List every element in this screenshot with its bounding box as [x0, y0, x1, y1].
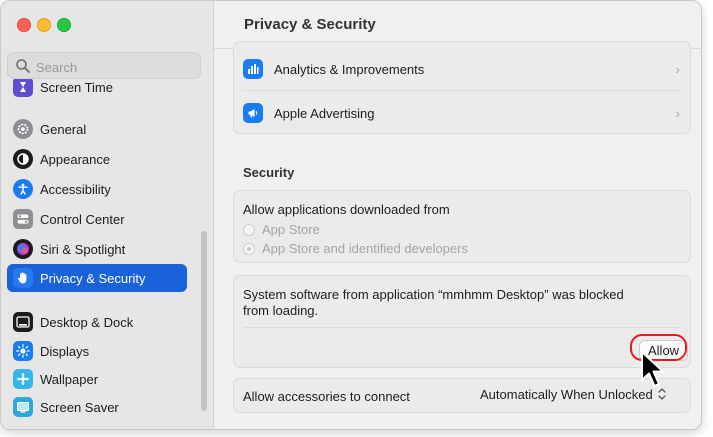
- main-content: Privacy & Security Analytics & Improveme…: [214, 1, 701, 429]
- sidebar-item-label: Desktop & Dock: [40, 314, 134, 330]
- blocked-message-line: System software from application “mmhmm …: [243, 287, 624, 302]
- sidebar-nav: Screen Time General Appearance Accessibi…: [7, 79, 201, 429]
- accessories-card: Allow accessories to connect Automatical…: [233, 378, 691, 413]
- sidebar-item-label: Appearance: [40, 151, 111, 167]
- sun-icon: [13, 341, 33, 361]
- page-title: Privacy & Security: [244, 16, 376, 33]
- settings-window: Screen Time General Appearance Accessibi…: [0, 0, 702, 430]
- sidebar-item-wallpaper[interactable]: Wallpaper: [7, 365, 187, 393]
- sidebar-item-label: General: [40, 121, 87, 137]
- radio-app-store[interactable]: App Store: [243, 222, 320, 237]
- allow-apps-label: Allow applications downloaded from: [243, 202, 450, 217]
- maximize-button[interactable]: [57, 18, 71, 32]
- security-heading: Security: [243, 165, 295, 180]
- hand-icon: [13, 268, 33, 288]
- control-center-icon: [13, 209, 33, 229]
- close-button[interactable]: [17, 18, 31, 32]
- divider: [243, 90, 681, 91]
- screen-saver-icon: [13, 397, 33, 417]
- radio-button[interactable]: [243, 242, 255, 255]
- radio-identified-developers[interactable]: App Store and identified developers: [243, 241, 468, 256]
- sidebar-item-label: Siri & Spotlight: [40, 241, 126, 257]
- sidebar-item-appearance[interactable]: Appearance: [7, 145, 187, 173]
- sidebar-item-desktop-dock[interactable]: Desktop & Dock: [7, 308, 187, 336]
- chevron-right-icon: ›: [675, 61, 680, 77]
- row-analytics-improvements[interactable]: Analytics & Improvements ›: [234, 56, 690, 82]
- sidebar-item-label: Screen Saver: [40, 399, 119, 415]
- popup-value: Automatically When Unlocked: [480, 386, 653, 402]
- divider: [243, 327, 681, 328]
- search-input[interactable]: [34, 56, 198, 78]
- blocked-message-line: from loading.: [243, 303, 319, 318]
- sidebar-scrollbar[interactable]: [201, 231, 207, 411]
- appearance-icon: [13, 149, 33, 169]
- sidebar-item-siri-spotlight[interactable]: Siri & Spotlight: [7, 235, 187, 263]
- blocked-software-card: System software from application “mmhmm …: [233, 275, 691, 368]
- accessories-label: Allow accessories to connect: [243, 389, 410, 404]
- accessories-popup[interactable]: Automatically When Unlocked: [480, 384, 667, 404]
- sidebar-item-accessibility[interactable]: Accessibility: [7, 175, 187, 203]
- sidebar-item-label: Control Center: [40, 211, 125, 227]
- siri-icon: [13, 239, 33, 259]
- sidebar-item-label: Displays: [40, 343, 90, 359]
- sidebar-item-control-center[interactable]: Control Center: [7, 205, 187, 233]
- radio-label: App Store: [262, 222, 320, 237]
- allow-apps-card: Allow applications downloaded from App S…: [233, 190, 691, 263]
- sidebar-item-privacy-security[interactable]: Privacy & Security: [7, 264, 187, 292]
- chevron-right-icon: ›: [675, 105, 680, 121]
- sidebar-item-label: Wallpaper: [40, 371, 99, 387]
- radio-label: App Store and identified developers: [262, 241, 468, 256]
- sidebar-item-label: Screen Time: [40, 79, 113, 95]
- accessibility-icon: [13, 179, 33, 199]
- dock-icon: [13, 312, 33, 332]
- bar-chart-icon: [243, 59, 263, 79]
- wallpaper-icon: [13, 369, 33, 389]
- search-field[interactable]: [7, 52, 201, 79]
- search-icon: [16, 59, 30, 73]
- sidebar-item-screen-time[interactable]: Screen Time: [7, 79, 187, 101]
- radio-button[interactable]: [243, 223, 255, 236]
- sidebar-item-general[interactable]: General: [7, 115, 187, 143]
- sidebar-item-screen-saver[interactable]: Screen Saver: [7, 393, 187, 421]
- blocked-message: System software from application “mmhmm …: [243, 287, 624, 319]
- gear-icon: [13, 119, 33, 139]
- sidebar-item-label: Privacy & Security: [40, 270, 146, 286]
- mouse-cursor-icon: [641, 351, 664, 387]
- sidebar: Screen Time General Appearance Accessibi…: [1, 1, 214, 429]
- row-apple-advertising[interactable]: Apple Advertising ›: [234, 100, 690, 126]
- megaphone-icon: [243, 103, 263, 123]
- row-label: Apple Advertising: [274, 105, 375, 121]
- privacy-list-card: Analytics & Improvements › Apple Adverti…: [233, 41, 691, 134]
- sidebar-item-displays[interactable]: Displays: [7, 337, 187, 365]
- hourglass-icon: [13, 79, 33, 97]
- minimize-button[interactable]: [37, 18, 51, 32]
- sidebar-item-label: Accessibility: [40, 181, 111, 197]
- row-label: Analytics & Improvements: [274, 61, 425, 77]
